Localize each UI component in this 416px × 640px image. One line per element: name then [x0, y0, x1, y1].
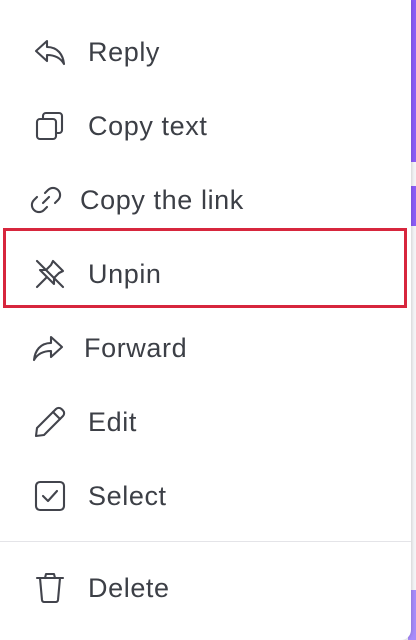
menu-item-label: Edit	[88, 406, 137, 437]
menu-divider	[0, 541, 411, 542]
menu-item-select[interactable]: Select	[0, 467, 411, 525]
menu-item-label: Unpin	[88, 258, 162, 289]
menu-item-copy-text[interactable]: Copy text	[0, 97, 411, 155]
menu-item-label: Copy the link	[80, 184, 244, 215]
menu-item-label: Reply	[88, 36, 161, 67]
menu-item-label: Forward	[84, 332, 188, 363]
menu-item-copy-link[interactable]: Copy the link	[0, 171, 411, 229]
menu-item-edit[interactable]: Edit	[0, 393, 411, 451]
menu-item-label: Delete	[88, 572, 170, 603]
menu-item-reply[interactable]: Reply	[0, 23, 411, 81]
trash-icon	[32, 570, 68, 606]
checkbox-icon	[32, 478, 68, 514]
unpin-icon	[32, 256, 68, 292]
menu-item-unpin[interactable]: Unpin	[0, 245, 411, 303]
pencil-icon	[32, 404, 68, 440]
message-context-menu: Reply Copy text Copy the link Unpin Forw…	[0, 0, 411, 640]
menu-item-label: Select	[88, 480, 167, 511]
menu-item-forward[interactable]: Forward	[0, 319, 411, 377]
menu-item-delete[interactable]: Delete	[0, 559, 411, 617]
reply-icon	[32, 34, 68, 70]
forward-icon	[30, 330, 66, 366]
link-icon	[28, 182, 64, 218]
menu-item-label: Copy text	[88, 110, 208, 141]
copy-icon	[32, 108, 68, 144]
